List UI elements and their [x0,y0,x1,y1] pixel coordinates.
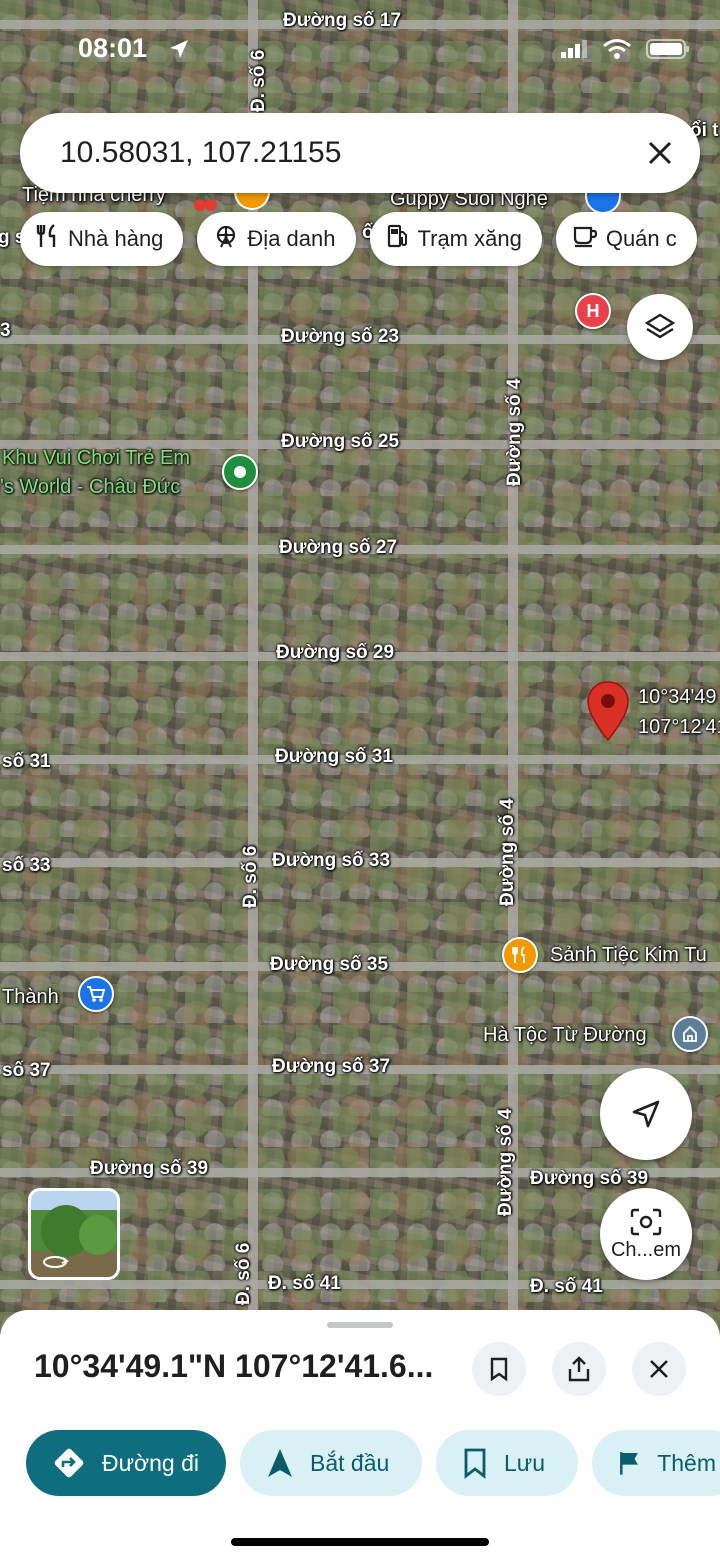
pin-coords-line1: 10°34'49 [638,686,717,708]
rotate-360-icon [41,1253,70,1276]
search-bar[interactable]: 10.58031, 107.21155 [20,113,700,193]
street-label: số 37 [2,1060,51,1081]
flag-icon [620,1452,638,1475]
shopping-cart-icon[interactable] [78,976,114,1012]
ferris-wheel-icon [213,223,239,255]
street-label: Đường số 25 [281,431,400,452]
save-button[interactable]: Lưu [436,1430,578,1496]
search-input[interactable]: 10.58031, 107.21155 [60,136,640,170]
cherry-icon[interactable] [194,190,218,212]
chip-label: Địa danh [247,226,336,251]
directions-label: Đường đi [102,1449,199,1476]
street-label: Đường số 35 [270,954,389,975]
gas-pump-icon [386,223,410,255]
street-label: Đ. số 6 [233,1242,254,1305]
street-label: Đường số 27 [279,537,398,558]
chip-gas-stations[interactable]: Trạm xăng [369,212,542,266]
chip-label: Trạm xăng [417,226,522,251]
street-label: Đ. số 41 [530,1276,603,1297]
street-label: số 33 [2,855,51,876]
poi-label[interactable]: Khu Vui Chơi Trẻ Em [2,447,190,470]
save-label: Lưu [504,1449,545,1476]
share-icon [568,1356,590,1382]
poi-label[interactable]: Sảnh Tiệc Kim Tu [550,944,707,967]
street-label: Đường số 4 [497,798,518,907]
street-label: Đường số 39 [90,1158,209,1179]
add-label-button[interactable]: Thêm [592,1430,720,1496]
tree-shape [79,1215,117,1255]
status-time: 08:01 [78,33,148,63]
battery-icon [646,38,690,65]
chip-label: Nhà hàng [68,226,164,251]
fork-knife-icon [36,223,60,255]
coffee-cup-icon [572,223,598,255]
street-label: Đường số 29 [276,642,395,663]
layers-icon [644,313,676,339]
street-label: Đường số 4 [495,1108,516,1217]
street-label: Đường số 39 [530,1168,649,1189]
add-label-text: Thêm [657,1449,716,1476]
action-buttons: Đường đi Bắt đầu Lưu Thêm [26,1430,720,1496]
my-location-button[interactable] [600,1068,692,1160]
street-label: Đ. số 41 [268,1273,341,1294]
street-label: Đ. số 6 [240,845,261,908]
bookmark-icon [490,1357,508,1382]
home-indicator[interactable] [231,1538,489,1546]
street-label: Đ. số 6 [248,49,269,112]
camera-lens-icon [630,1208,662,1235]
bookmark-icon [464,1448,486,1479]
lens-search-button[interactable]: Ch...em [600,1188,692,1280]
street-label: Đường số 17 [283,10,402,31]
status-indicators [560,38,690,65]
road [0,1280,720,1289]
place-title: 10°34'49.1"N 107°12'41.6... [34,1348,434,1384]
signal-icon [560,39,588,64]
dropped-pin-icon[interactable] [586,680,630,742]
street-label: Đường số 31 [275,746,394,767]
temple-poi-icon[interactable] [672,1016,708,1052]
street-label: Đường số 37 [272,1056,391,1077]
chip-attractions[interactable]: Địa danh [197,212,356,266]
pin-coords-line2: 107°12'41 [638,716,720,738]
close-icon [650,1360,668,1378]
layers-button[interactable] [627,294,693,360]
street-label: Đường số 23 [281,326,400,347]
share-button[interactable] [552,1342,606,1396]
street-label: Đường số 33 [272,850,391,871]
navigation-arrow-icon [268,1449,292,1477]
directions-icon [54,1448,84,1478]
street-view-thumbnail[interactable] [28,1188,120,1280]
navigation-arrow-icon [632,1100,660,1128]
close-icon [648,141,672,165]
close-sheet-button[interactable] [632,1342,686,1396]
park-poi-icon[interactable] [222,454,258,490]
category-chips: Nhà hàng Địa danh Trạm xăng Quán c [20,212,697,266]
street-label: Đường số 4 [504,378,525,487]
chip-label: Quán c [605,226,677,251]
directions-button[interactable]: Đường đi [26,1430,226,1496]
clear-search-button[interactable] [640,133,680,173]
poi-label[interactable]: Thành [2,986,59,1009]
poi-label[interactable]: 's World - Châu Đức [0,476,180,499]
hospital-icon[interactable]: H [575,293,611,329]
location-arrow-icon [168,38,190,65]
restaurant-poi-icon[interactable] [502,937,538,973]
drag-handle[interactable] [327,1322,393,1328]
street-label: 3 [0,320,11,341]
poi-label[interactable]: Hà Tộc Từ Đường [483,1024,647,1047]
chip-restaurants[interactable]: Nhà hàng [20,212,184,266]
chip-coffee[interactable]: Quán c [555,212,697,266]
lens-button-label: Ch...em [610,1238,682,1261]
place-bottom-sheet[interactable]: 10°34'49.1"N 107°12'41.6... Đường đi Bắt… [0,1310,720,1560]
wifi-icon [602,38,632,65]
street-label: số 31 [2,751,51,772]
start-button[interactable]: Bắt đầu [240,1430,422,1496]
start-label: Bắt đầu [310,1449,390,1476]
save-icon-button[interactable] [472,1342,526,1396]
